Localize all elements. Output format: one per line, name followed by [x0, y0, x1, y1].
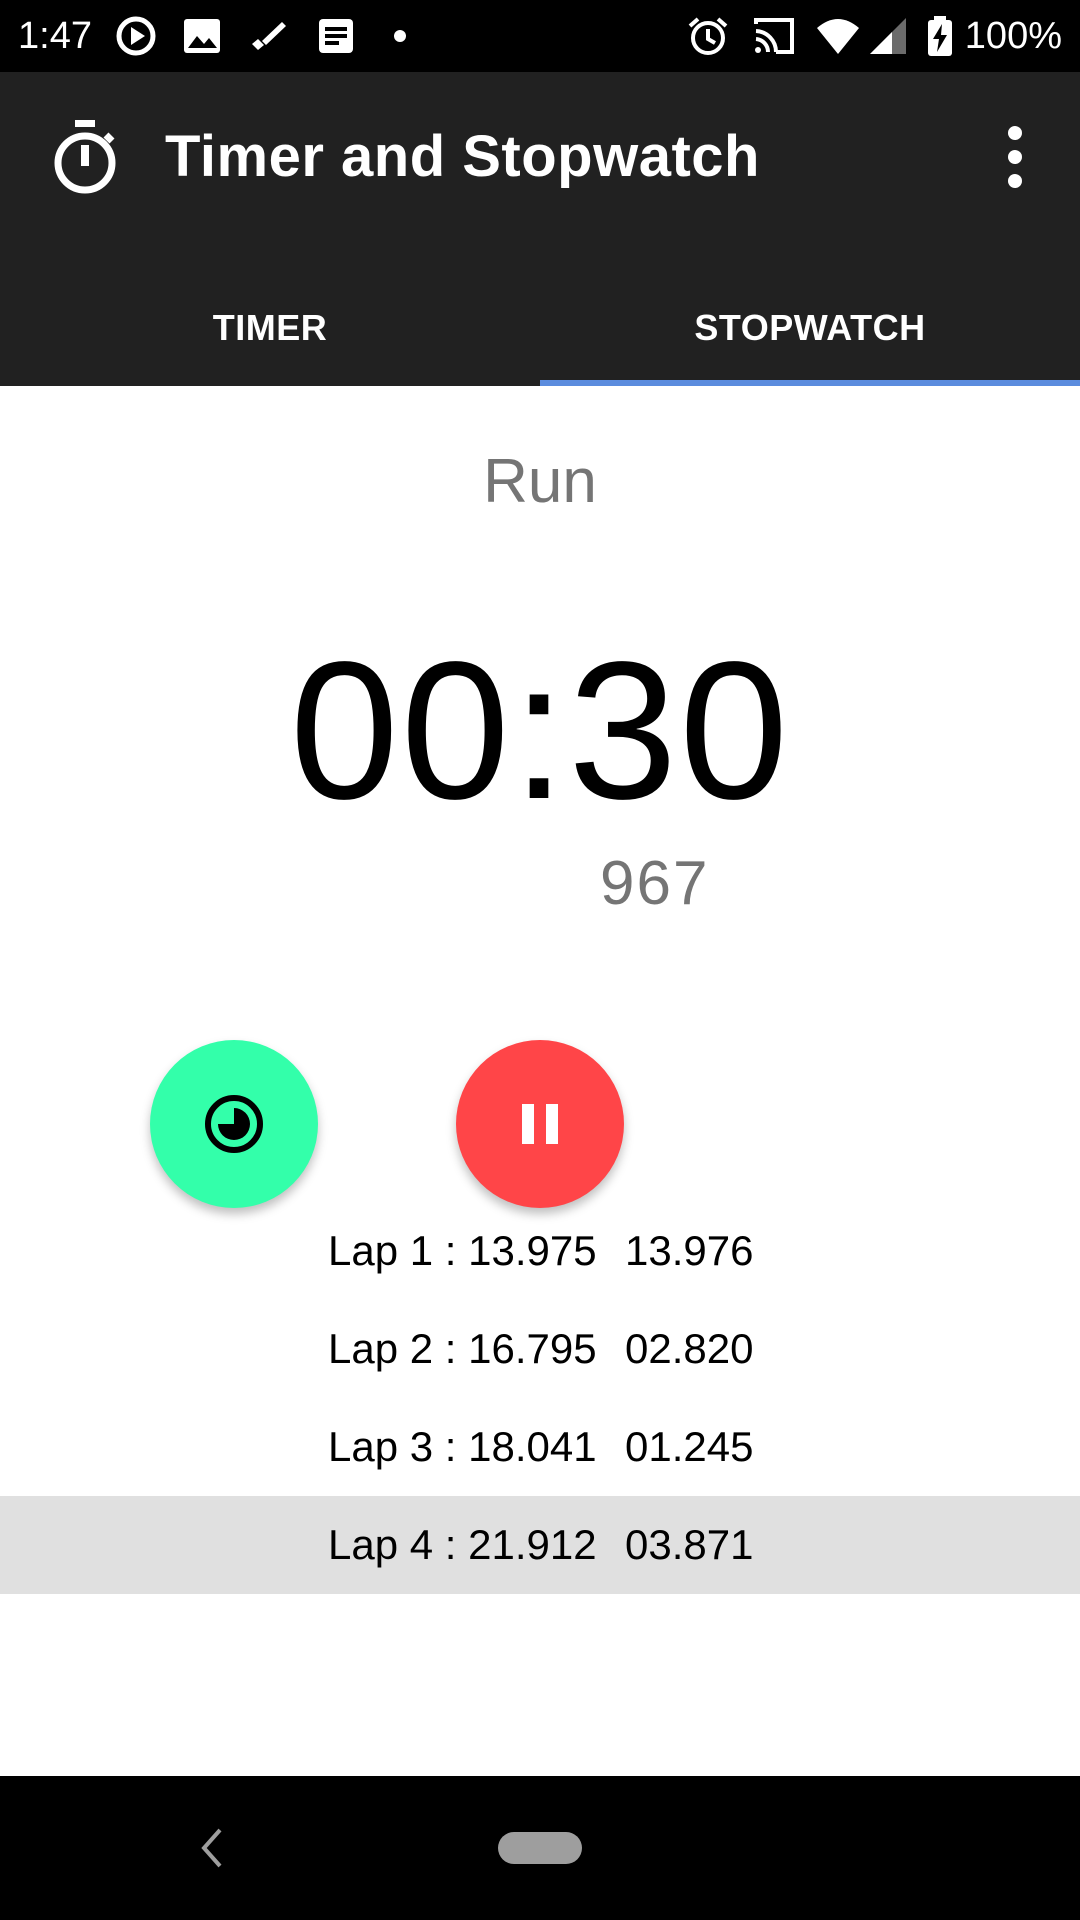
tab-indicator — [540, 380, 1080, 386]
pause-button[interactable] — [456, 1040, 624, 1208]
tab-stopwatch[interactable]: STOPWATCH — [540, 270, 1080, 386]
lap-label: Lap 2 : 16.795 — [328, 1325, 597, 1372]
lap-row: Lap 1 : 13.975 13.976 — [0, 1202, 1080, 1300]
tab-timer[interactable]: TIMER — [0, 270, 540, 386]
status-bar: 1:47 100% — [0, 0, 1080, 72]
home-button[interactable] — [498, 1832, 582, 1864]
lap-list: Lap 1 : 13.975 13.976 Lap 2 : 16.795 02.… — [0, 1202, 1080, 1594]
tab-bar: TIMER STOPWATCH — [0, 270, 1080, 386]
signal-icon — [870, 18, 906, 54]
lap-timer-icon — [205, 1095, 263, 1153]
notes-icon — [319, 19, 353, 53]
dot-icon — [394, 30, 406, 42]
elapsed-time: 00:30 — [289, 621, 791, 840]
lap-row: Lap 3 : 18.041 01.245 — [0, 1398, 1080, 1496]
lap-label: Lap 3 : 18.041 — [328, 1423, 597, 1470]
lap-row: Lap 2 : 16.795 02.820 — [0, 1300, 1080, 1398]
lap-split: 13.976 — [625, 1227, 754, 1274]
wifi-icon — [817, 19, 859, 54]
cast-icon — [754, 18, 794, 54]
pause-icon — [522, 1104, 558, 1144]
lap-split: 02.820 — [625, 1325, 754, 1372]
lap-row-latest: Lap 4 : 21.912 03.871 — [0, 1496, 1080, 1594]
lap-button[interactable] — [150, 1040, 318, 1208]
stopwatch-icon — [54, 120, 116, 194]
lap-split: 03.871 — [625, 1521, 754, 1568]
lap-split: 01.245 — [625, 1423, 754, 1470]
back-icon[interactable] — [190, 1818, 230, 1878]
status-time: 1:47 — [18, 15, 92, 57]
pen-icon — [252, 22, 286, 50]
app-title: Timer and Stopwatch — [165, 124, 760, 189]
lap-label: Lap 4 : 21.912 — [328, 1521, 597, 1568]
app-bar: Timer and Stopwatch TIMER STOPWATCH — [0, 72, 1080, 386]
alarm-icon — [688, 17, 728, 55]
image-icon — [184, 19, 220, 53]
more-vert-icon[interactable] — [980, 122, 1050, 192]
battery-percentage: 100% — [964, 15, 1062, 57]
battery-charging-icon — [928, 16, 952, 56]
stopwatch-state: Run — [483, 447, 597, 516]
elapsed-milliseconds: 967 — [600, 849, 710, 918]
navigation-bar — [0, 1776, 1080, 1920]
lap-label: Lap 1 : 13.975 — [328, 1227, 597, 1274]
play-circle-icon — [116, 16, 156, 56]
